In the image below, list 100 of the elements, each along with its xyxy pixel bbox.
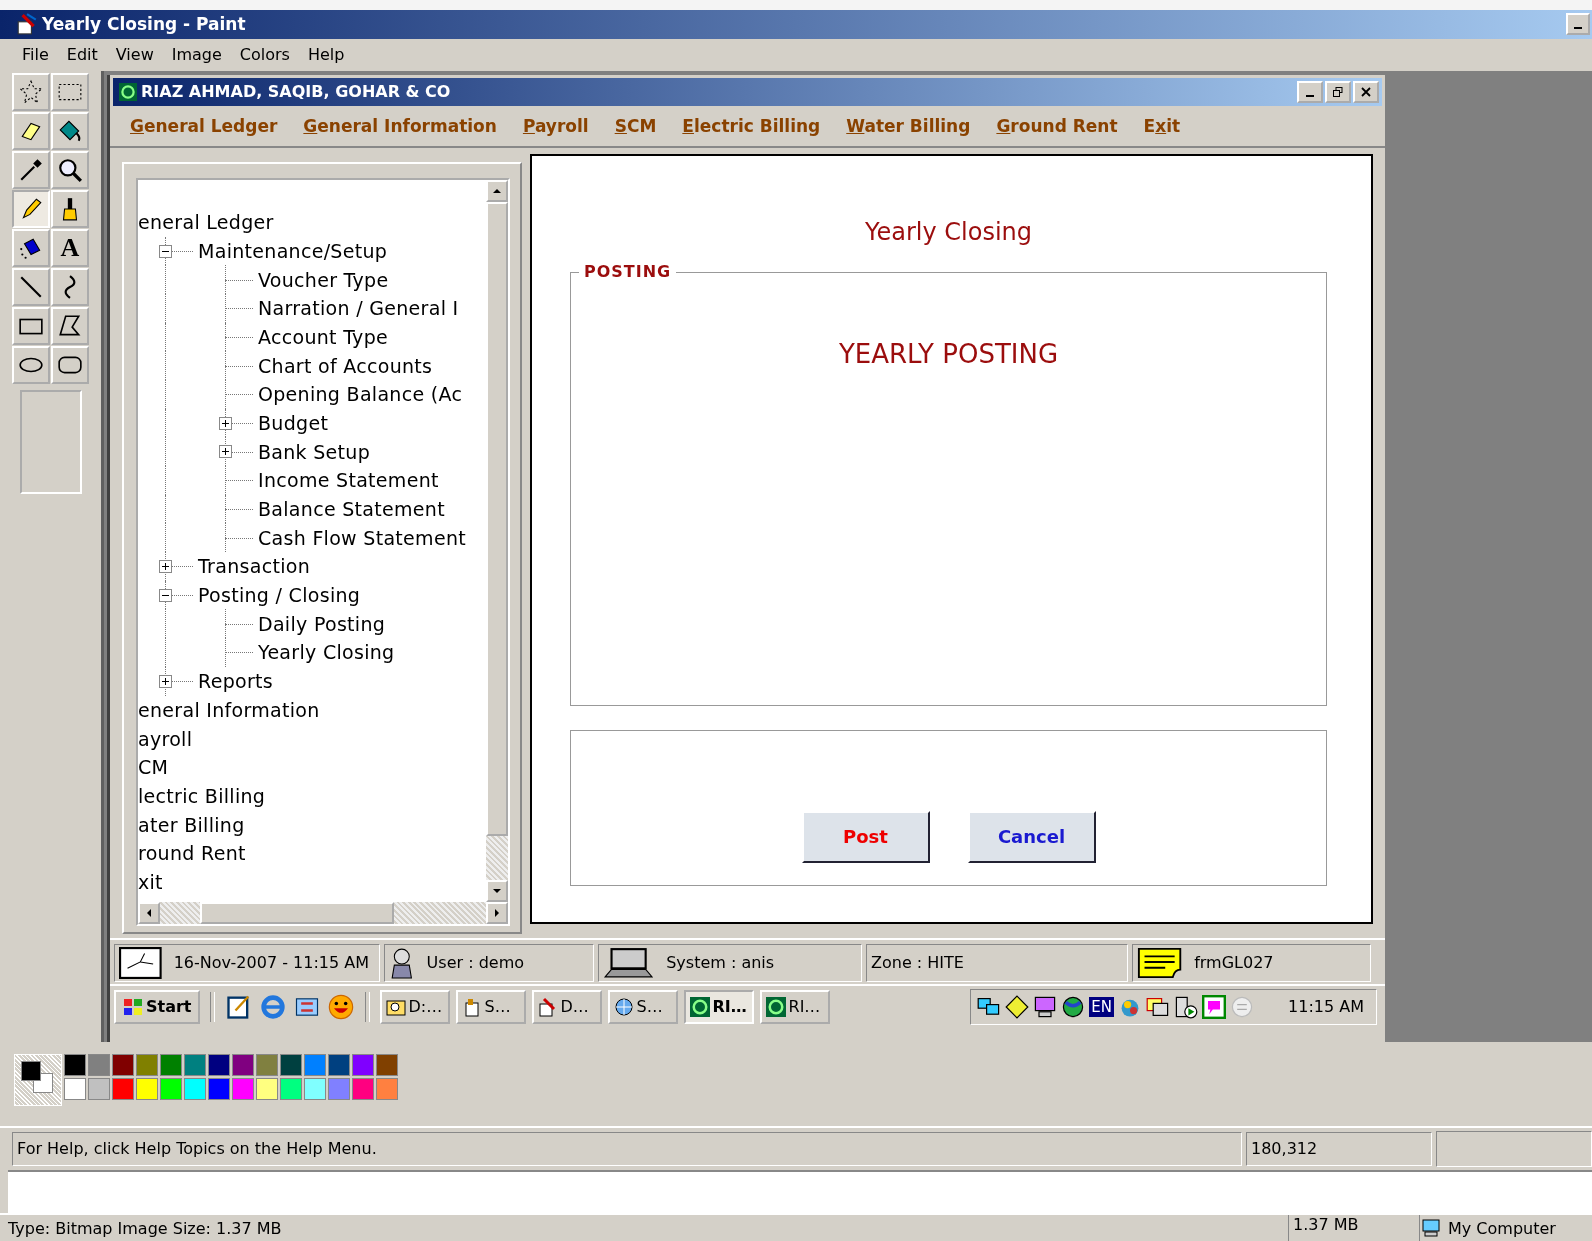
- color-swatch[interactable]: [256, 1077, 278, 1100]
- tool-button[interactable]: [12, 267, 50, 306]
- minimize-button[interactable]: [1297, 80, 1323, 103]
- chat-bubble-icon[interactable]: [1202, 994, 1227, 1019]
- tree-item[interactable]: Bank Setup: [258, 440, 371, 463]
- taskbar-button[interactable]: RI…: [683, 989, 754, 1024]
- color-swatch[interactable]: [184, 1077, 206, 1100]
- menu-item[interactable]: General Information: [303, 115, 497, 136]
- left-arrow-icon[interactable]: [147, 908, 151, 917]
- smiley-icon[interactable]: [326, 992, 355, 1021]
- tree-item[interactable]: lectric Billing: [138, 784, 266, 807]
- menu-item[interactable]: File: [22, 45, 49, 65]
- color-swatch[interactable]: [304, 1053, 326, 1076]
- color-swatch[interactable]: [232, 1053, 254, 1076]
- collapse-icon[interactable]: [159, 588, 172, 602]
- tool-button[interactable]: [12, 345, 50, 384]
- color-swatch[interactable]: [376, 1053, 398, 1076]
- color-swatch[interactable]: [376, 1077, 398, 1100]
- tree-item[interactable]: Maintenance/Setup: [198, 239, 388, 262]
- color-swatch[interactable]: [352, 1053, 374, 1076]
- color-swatch[interactable]: [280, 1077, 302, 1100]
- taskbar-button[interactable]: S…: [607, 989, 678, 1024]
- tree-item[interactable]: ater Billing: [138, 813, 245, 836]
- server-play-icon[interactable]: [1174, 994, 1199, 1019]
- tree-item[interactable]: eneral Information: [138, 698, 320, 721]
- tool-button[interactable]: [12, 72, 50, 111]
- taskbar-button[interactable]: RI…: [759, 989, 830, 1024]
- tree-item[interactable]: Transaction: [198, 555, 310, 578]
- tool-button[interactable]: [12, 306, 50, 345]
- tree-item[interactable]: Budget: [258, 411, 329, 434]
- tree-item[interactable]: Reports: [198, 670, 273, 693]
- taskbar-button[interactable]: S…: [455, 989, 526, 1024]
- menu-item[interactable]: View: [115, 45, 154, 65]
- menu-item[interactable]: Payroll: [522, 115, 589, 136]
- tool-button[interactable]: [51, 189, 89, 228]
- tool-button[interactable]: [51, 306, 89, 345]
- tool-button[interactable]: [51, 150, 89, 189]
- menu-item[interactable]: SCM: [614, 115, 657, 136]
- menu-item[interactable]: Colors: [239, 45, 290, 65]
- menu-item[interactable]: General Ledger: [130, 115, 278, 136]
- tree-item[interactable]: Narration / General I: [258, 297, 459, 320]
- tree-item[interactable]: Balance Statement: [258, 498, 445, 521]
- color-swatch[interactable]: [232, 1077, 254, 1100]
- cancel-button[interactable]: Cancel: [967, 810, 1096, 863]
- diamond-icon[interactable]: [1005, 994, 1030, 1019]
- expand-icon[interactable]: [219, 416, 232, 430]
- menu-item[interactable]: Image: [171, 45, 222, 65]
- tree-item[interactable]: Account Type: [258, 325, 388, 348]
- tool-button[interactable]: [51, 72, 89, 111]
- tree-item[interactable]: eneral Ledger: [138, 211, 274, 234]
- language-indicator[interactable]: EN: [1089, 996, 1115, 1017]
- collapse-icon[interactable]: [159, 244, 172, 258]
- horizontal-scrollbar[interactable]: [138, 901, 508, 924]
- menu-item[interactable]: Water Billing: [846, 115, 971, 136]
- color-swatch[interactable]: [328, 1053, 350, 1076]
- tree-item[interactable]: CM: [138, 756, 169, 779]
- vertical-scrollbar[interactable]: [486, 179, 508, 902]
- tree-item[interactable]: Cash Flow Statement: [258, 526, 466, 549]
- color-swatch[interactable]: [136, 1053, 158, 1076]
- color-swatch[interactable]: [208, 1077, 230, 1100]
- color-swatch[interactable]: [112, 1077, 134, 1100]
- current-colors[interactable]: [14, 1053, 62, 1106]
- tool-button[interactable]: [12, 228, 50, 267]
- tool-button[interactable]: A: [51, 228, 89, 267]
- expand-icon[interactable]: [159, 560, 172, 574]
- color-swatch[interactable]: [184, 1053, 206, 1076]
- color-swatch[interactable]: [160, 1053, 182, 1076]
- close-button[interactable]: [1353, 80, 1379, 103]
- color-swatch[interactable]: [64, 1077, 86, 1100]
- color-swatch[interactable]: [328, 1077, 350, 1100]
- tool-button[interactable]: [12, 189, 50, 228]
- tree-item[interactable]: Yearly Closing: [258, 641, 395, 664]
- color-swatch[interactable]: [208, 1053, 230, 1076]
- color-swatch[interactable]: [112, 1053, 134, 1076]
- tree-item[interactable]: ayroll: [138, 727, 193, 750]
- expand-icon[interactable]: [159, 674, 172, 688]
- menu-item[interactable]: Help: [307, 45, 345, 65]
- color-swatch[interactable]: [280, 1053, 302, 1076]
- taskbar-button[interactable]: D:…: [379, 989, 450, 1024]
- right-arrow-icon[interactable]: [495, 908, 499, 917]
- color-swatch[interactable]: [160, 1077, 182, 1100]
- tree-item[interactable]: Chart of Accounts: [258, 354, 433, 377]
- tree-item[interactable]: Opening Balance (Ac: [258, 383, 463, 406]
- up-arrow-icon[interactable]: [493, 188, 501, 193]
- tree-item[interactable]: Posting / Closing: [198, 584, 361, 607]
- tool-button[interactable]: [51, 345, 89, 384]
- down-arrow-icon[interactable]: [493, 888, 501, 893]
- tree-item[interactable]: Daily Posting: [258, 612, 386, 635]
- post-button[interactable]: Post: [801, 810, 930, 863]
- monitor-icon[interactable]: [1033, 994, 1058, 1019]
- menu-item[interactable]: Exit: [1143, 115, 1181, 136]
- tool-button[interactable]: [51, 111, 89, 150]
- menu-item[interactable]: Electric Billing: [682, 115, 821, 136]
- color-swatch[interactable]: [64, 1053, 86, 1076]
- browser-icon[interactable]: [258, 992, 287, 1021]
- tree-item[interactable]: round Rent: [138, 842, 246, 865]
- start-button[interactable]: Start: [114, 989, 200, 1024]
- menu-item[interactable]: Ground Rent: [996, 115, 1118, 136]
- restore-button[interactable]: [1325, 80, 1351, 103]
- color-swatch[interactable]: [136, 1077, 158, 1100]
